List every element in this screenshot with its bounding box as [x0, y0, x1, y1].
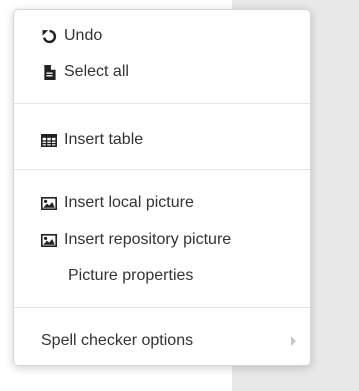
undo-label: Undo: [64, 27, 103, 44]
menu-divider: [14, 103, 310, 104]
chevron-right-icon: [291, 336, 296, 346]
menu-item-insert-local-picture[interactable]: Insert local picture: [14, 188, 310, 218]
menu-item-insert-table[interactable]: Insert table: [14, 125, 310, 155]
select-all-label: Select all: [64, 63, 129, 80]
insert-table-label: Insert table: [64, 131, 144, 148]
spell-checker-options-label: Spell checker options: [41, 332, 194, 349]
menu-divider: [14, 169, 310, 170]
menu-item-insert-repository-picture[interactable]: Insert repository picture: [14, 225, 310, 255]
document-icon: [41, 64, 57, 80]
insert-local-picture-label: Insert local picture: [64, 194, 194, 211]
menu-item-spell-checker-options[interactable]: Spell checker options: [14, 326, 310, 356]
insert-repository-picture-label: Insert repository picture: [64, 231, 232, 248]
undo-icon: [41, 28, 57, 44]
menu-item-picture-properties[interactable]: Picture properties: [14, 261, 310, 291]
image-icon: [41, 195, 57, 211]
menu-item-select-all[interactable]: Select all: [14, 57, 310, 87]
table-icon: [41, 132, 57, 148]
image-icon: [41, 232, 57, 248]
context-menu: Undo Select all Insert table Insert loca…: [13, 9, 311, 366]
menu-divider: [14, 307, 310, 308]
menu-item-undo[interactable]: Undo: [14, 21, 310, 51]
picture-properties-label: Picture properties: [68, 267, 194, 284]
